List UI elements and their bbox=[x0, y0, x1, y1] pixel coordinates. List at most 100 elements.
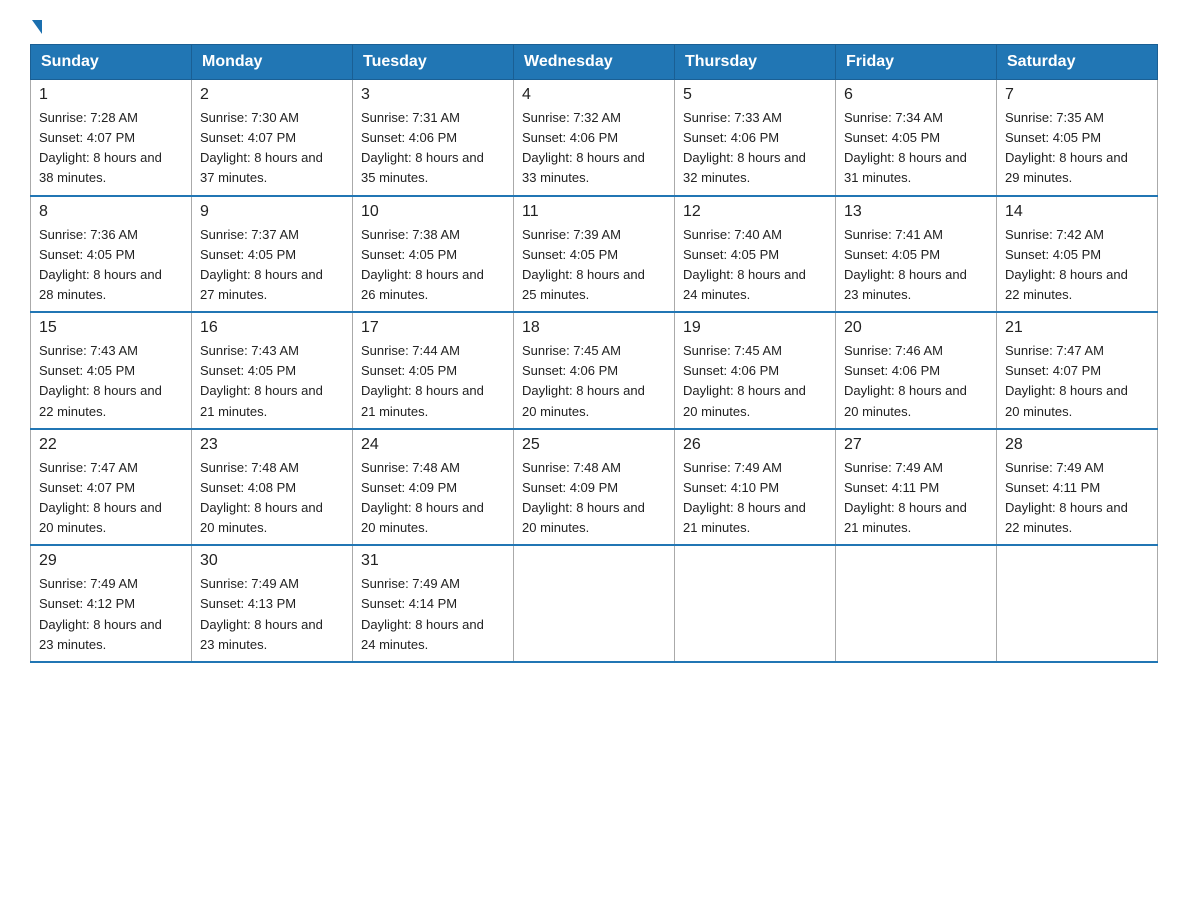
day-number: 18 bbox=[522, 319, 666, 337]
day-number: 21 bbox=[1005, 319, 1149, 337]
day-number: 8 bbox=[39, 203, 183, 221]
calendar-week-row: 8 Sunrise: 7:36 AM Sunset: 4:05 PM Dayli… bbox=[31, 196, 1158, 313]
calendar-header: SundayMondayTuesdayWednesdayThursdayFrid… bbox=[31, 45, 1158, 80]
day-number: 13 bbox=[844, 203, 988, 221]
day-number: 6 bbox=[844, 86, 988, 104]
day-info: Sunrise: 7:36 AM Sunset: 4:05 PM Dayligh… bbox=[39, 225, 183, 306]
calendar-cell: 11 Sunrise: 7:39 AM Sunset: 4:05 PM Dayl… bbox=[514, 196, 675, 313]
calendar-table: SundayMondayTuesdayWednesdayThursdayFrid… bbox=[30, 44, 1158, 663]
calendar-cell: 31 Sunrise: 7:49 AM Sunset: 4:14 PM Dayl… bbox=[353, 545, 514, 662]
day-number: 4 bbox=[522, 86, 666, 104]
day-info: Sunrise: 7:45 AM Sunset: 4:06 PM Dayligh… bbox=[683, 341, 827, 422]
calendar-cell: 4 Sunrise: 7:32 AM Sunset: 4:06 PM Dayli… bbox=[514, 80, 675, 196]
weekday-row: SundayMondayTuesdayWednesdayThursdayFrid… bbox=[31, 45, 1158, 80]
day-info: Sunrise: 7:47 AM Sunset: 4:07 PM Dayligh… bbox=[39, 458, 183, 539]
weekday-header: Monday bbox=[192, 45, 353, 80]
day-number: 3 bbox=[361, 86, 505, 104]
day-number: 17 bbox=[361, 319, 505, 337]
day-info: Sunrise: 7:49 AM Sunset: 4:13 PM Dayligh… bbox=[200, 574, 344, 655]
calendar-cell: 22 Sunrise: 7:47 AM Sunset: 4:07 PM Dayl… bbox=[31, 429, 192, 546]
day-number: 5 bbox=[683, 86, 827, 104]
day-number: 2 bbox=[200, 86, 344, 104]
logo[interactable] bbox=[30, 20, 42, 34]
day-number: 11 bbox=[522, 203, 666, 221]
day-info: Sunrise: 7:49 AM Sunset: 4:10 PM Dayligh… bbox=[683, 458, 827, 539]
calendar-cell: 30 Sunrise: 7:49 AM Sunset: 4:13 PM Dayl… bbox=[192, 545, 353, 662]
day-number: 24 bbox=[361, 436, 505, 454]
calendar-cell: 25 Sunrise: 7:48 AM Sunset: 4:09 PM Dayl… bbox=[514, 429, 675, 546]
calendar-cell bbox=[836, 545, 997, 662]
day-info: Sunrise: 7:43 AM Sunset: 4:05 PM Dayligh… bbox=[39, 341, 183, 422]
day-number: 20 bbox=[844, 319, 988, 337]
calendar-cell: 12 Sunrise: 7:40 AM Sunset: 4:05 PM Dayl… bbox=[675, 196, 836, 313]
day-info: Sunrise: 7:31 AM Sunset: 4:06 PM Dayligh… bbox=[361, 108, 505, 189]
day-info: Sunrise: 7:49 AM Sunset: 4:11 PM Dayligh… bbox=[1005, 458, 1149, 539]
day-info: Sunrise: 7:34 AM Sunset: 4:05 PM Dayligh… bbox=[844, 108, 988, 189]
day-number: 7 bbox=[1005, 86, 1149, 104]
day-info: Sunrise: 7:45 AM Sunset: 4:06 PM Dayligh… bbox=[522, 341, 666, 422]
day-number: 16 bbox=[200, 319, 344, 337]
day-number: 29 bbox=[39, 552, 183, 570]
calendar-cell: 17 Sunrise: 7:44 AM Sunset: 4:05 PM Dayl… bbox=[353, 312, 514, 429]
calendar-cell: 3 Sunrise: 7:31 AM Sunset: 4:06 PM Dayli… bbox=[353, 80, 514, 196]
day-number: 28 bbox=[1005, 436, 1149, 454]
calendar-cell: 13 Sunrise: 7:41 AM Sunset: 4:05 PM Dayl… bbox=[836, 196, 997, 313]
weekday-header: Friday bbox=[836, 45, 997, 80]
day-number: 25 bbox=[522, 436, 666, 454]
calendar-cell: 1 Sunrise: 7:28 AM Sunset: 4:07 PM Dayli… bbox=[31, 80, 192, 196]
weekday-header: Wednesday bbox=[514, 45, 675, 80]
day-info: Sunrise: 7:33 AM Sunset: 4:06 PM Dayligh… bbox=[683, 108, 827, 189]
day-number: 1 bbox=[39, 86, 183, 104]
calendar-cell: 20 Sunrise: 7:46 AM Sunset: 4:06 PM Dayl… bbox=[836, 312, 997, 429]
calendar-cell: 2 Sunrise: 7:30 AM Sunset: 4:07 PM Dayli… bbox=[192, 80, 353, 196]
calendar-cell: 8 Sunrise: 7:36 AM Sunset: 4:05 PM Dayli… bbox=[31, 196, 192, 313]
day-info: Sunrise: 7:48 AM Sunset: 4:09 PM Dayligh… bbox=[361, 458, 505, 539]
weekday-header: Tuesday bbox=[353, 45, 514, 80]
day-number: 12 bbox=[683, 203, 827, 221]
day-info: Sunrise: 7:35 AM Sunset: 4:05 PM Dayligh… bbox=[1005, 108, 1149, 189]
day-number: 14 bbox=[1005, 203, 1149, 221]
day-number: 23 bbox=[200, 436, 344, 454]
calendar-cell bbox=[675, 545, 836, 662]
day-info: Sunrise: 7:40 AM Sunset: 4:05 PM Dayligh… bbox=[683, 225, 827, 306]
day-info: Sunrise: 7:30 AM Sunset: 4:07 PM Dayligh… bbox=[200, 108, 344, 189]
day-info: Sunrise: 7:49 AM Sunset: 4:11 PM Dayligh… bbox=[844, 458, 988, 539]
day-info: Sunrise: 7:49 AM Sunset: 4:14 PM Dayligh… bbox=[361, 574, 505, 655]
weekday-header: Sunday bbox=[31, 45, 192, 80]
day-number: 9 bbox=[200, 203, 344, 221]
day-number: 10 bbox=[361, 203, 505, 221]
calendar-cell: 28 Sunrise: 7:49 AM Sunset: 4:11 PM Dayl… bbox=[997, 429, 1158, 546]
calendar-cell: 14 Sunrise: 7:42 AM Sunset: 4:05 PM Dayl… bbox=[997, 196, 1158, 313]
calendar-cell: 19 Sunrise: 7:45 AM Sunset: 4:06 PM Dayl… bbox=[675, 312, 836, 429]
day-info: Sunrise: 7:38 AM Sunset: 4:05 PM Dayligh… bbox=[361, 225, 505, 306]
day-number: 26 bbox=[683, 436, 827, 454]
day-info: Sunrise: 7:49 AM Sunset: 4:12 PM Dayligh… bbox=[39, 574, 183, 655]
day-info: Sunrise: 7:42 AM Sunset: 4:05 PM Dayligh… bbox=[1005, 225, 1149, 306]
day-number: 15 bbox=[39, 319, 183, 337]
day-info: Sunrise: 7:47 AM Sunset: 4:07 PM Dayligh… bbox=[1005, 341, 1149, 422]
calendar-cell: 27 Sunrise: 7:49 AM Sunset: 4:11 PM Dayl… bbox=[836, 429, 997, 546]
weekday-header: Saturday bbox=[997, 45, 1158, 80]
weekday-header: Thursday bbox=[675, 45, 836, 80]
calendar-body: 1 Sunrise: 7:28 AM Sunset: 4:07 PM Dayli… bbox=[31, 80, 1158, 662]
calendar-cell: 15 Sunrise: 7:43 AM Sunset: 4:05 PM Dayl… bbox=[31, 312, 192, 429]
calendar-cell: 16 Sunrise: 7:43 AM Sunset: 4:05 PM Dayl… bbox=[192, 312, 353, 429]
day-number: 19 bbox=[683, 319, 827, 337]
calendar-cell: 26 Sunrise: 7:49 AM Sunset: 4:10 PM Dayl… bbox=[675, 429, 836, 546]
day-info: Sunrise: 7:39 AM Sunset: 4:05 PM Dayligh… bbox=[522, 225, 666, 306]
day-info: Sunrise: 7:41 AM Sunset: 4:05 PM Dayligh… bbox=[844, 225, 988, 306]
calendar-cell: 7 Sunrise: 7:35 AM Sunset: 4:05 PM Dayli… bbox=[997, 80, 1158, 196]
day-number: 30 bbox=[200, 552, 344, 570]
day-info: Sunrise: 7:43 AM Sunset: 4:05 PM Dayligh… bbox=[200, 341, 344, 422]
day-info: Sunrise: 7:32 AM Sunset: 4:06 PM Dayligh… bbox=[522, 108, 666, 189]
day-number: 27 bbox=[844, 436, 988, 454]
calendar-week-row: 22 Sunrise: 7:47 AM Sunset: 4:07 PM Dayl… bbox=[31, 429, 1158, 546]
calendar-cell: 21 Sunrise: 7:47 AM Sunset: 4:07 PM Dayl… bbox=[997, 312, 1158, 429]
calendar-week-row: 29 Sunrise: 7:49 AM Sunset: 4:12 PM Dayl… bbox=[31, 545, 1158, 662]
day-info: Sunrise: 7:37 AM Sunset: 4:05 PM Dayligh… bbox=[200, 225, 344, 306]
day-info: Sunrise: 7:28 AM Sunset: 4:07 PM Dayligh… bbox=[39, 108, 183, 189]
calendar-cell: 24 Sunrise: 7:48 AM Sunset: 4:09 PM Dayl… bbox=[353, 429, 514, 546]
logo-triangle-icon bbox=[32, 20, 42, 34]
day-info: Sunrise: 7:46 AM Sunset: 4:06 PM Dayligh… bbox=[844, 341, 988, 422]
calendar-cell bbox=[514, 545, 675, 662]
